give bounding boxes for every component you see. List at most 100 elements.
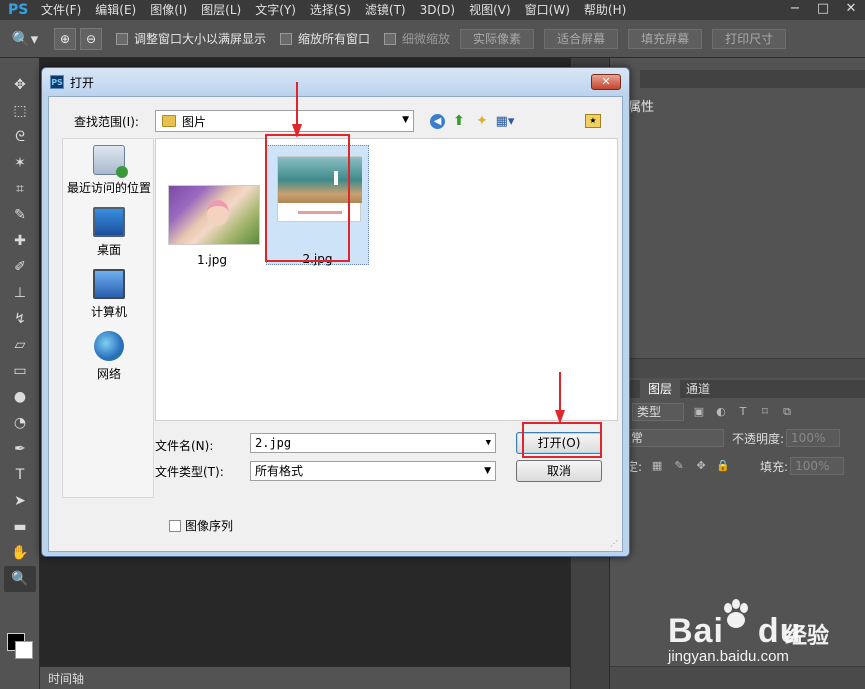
lock-all-icon[interactable]: 🔒 — [716, 459, 730, 473]
smart-filter-icon[interactable]: ⧉ — [780, 405, 794, 419]
cancel-button[interactable]: 取消 — [516, 460, 602, 482]
opacity-input[interactable]: 100% — [786, 429, 841, 447]
favorite-folder-icon[interactable]: ★ — [585, 114, 601, 128]
place-desktop[interactable]: 桌面 — [63, 207, 155, 258]
magic-wand-tool-icon[interactable]: ✶ — [4, 150, 36, 176]
zoom-in-icon[interactable]: ⊕ — [54, 27, 76, 50]
menu-layer[interactable]: 图层(L) — [194, 0, 248, 20]
gradient-tool-icon[interactable]: ▭ — [4, 358, 36, 384]
fit-screen-button[interactable]: 适合屏幕 — [544, 28, 619, 49]
eyedropper-tool-icon[interactable]: ✎ — [4, 202, 36, 228]
path-select-tool-icon[interactable]: ➤ — [4, 488, 36, 514]
type-tool-icon[interactable]: T — [4, 462, 36, 488]
menu-file[interactable]: 文件(F) — [34, 0, 88, 20]
zoom-out-icon[interactable]: ⊖ — [80, 27, 102, 50]
dodge-tool-icon[interactable]: ◔ — [4, 410, 36, 436]
type-filter-icon[interactable]: T — [736, 405, 750, 419]
fill-input[interactable]: 100% — [790, 457, 845, 475]
new-folder-icon[interactable]: ✦ — [473, 112, 491, 130]
checkbox-box[interactable] — [280, 32, 293, 45]
tab-channels[interactable]: 通道 — [678, 380, 718, 398]
menu-type[interactable]: 文字(Y) — [248, 0, 303, 20]
blend-mode-select[interactable]: 常 — [626, 429, 724, 447]
filename-input[interactable]: 2.jpg ▼ — [250, 433, 496, 453]
menu-image[interactable]: 图像(I) — [143, 0, 194, 20]
resize-windows-checkbox[interactable]: 调整窗口大小以满屏显示 — [116, 30, 266, 47]
healing-tool-icon[interactable]: ✚ — [4, 228, 36, 254]
menu-3d[interactable]: 3D(D) — [413, 0, 462, 20]
checkbox-box[interactable] — [384, 32, 397, 45]
lock-transparent-icon[interactable]: ▦ — [650, 459, 664, 473]
dialog-title: 打开 — [70, 76, 95, 90]
chevron-down-icon[interactable]: ▼ — [486, 434, 491, 452]
adjustment-filter-icon[interactable]: ◐ — [714, 405, 728, 419]
up-folder-icon[interactable]: ⬆ — [450, 112, 468, 130]
fill-screen-button[interactable]: 填充屏幕 — [628, 28, 703, 49]
view-menu-icon[interactable]: ▦▾ — [496, 112, 515, 130]
shape-filter-icon[interactable]: ⌑ — [758, 405, 772, 419]
file-item-1[interactable]: 1.jpg — [158, 145, 266, 267]
close-app-button[interactable]: ✕ — [837, 0, 865, 20]
brand-part-1: Bai — [668, 612, 724, 650]
properties-tab-bar: 性 — [610, 70, 865, 88]
image-sequence-checkbox[interactable]: 图像序列 — [169, 517, 233, 534]
dialog-close-button[interactable]: ✕ — [591, 74, 621, 90]
actual-pixels-button[interactable]: 实际像素 — [460, 28, 535, 49]
network-icon — [94, 331, 124, 361]
lasso-tool-icon[interactable]: ᘓ — [4, 124, 36, 150]
place-computer[interactable]: 计算机 — [63, 269, 155, 320]
chevron-down-icon[interactable]: ▼ — [484, 462, 491, 480]
photoshop-icon: PS — [50, 75, 64, 89]
layer-filter-row: 类型 ▣ ◐ T ⌑ ⧉ — [610, 400, 865, 424]
crop-tool-icon[interactable]: ⌗ — [4, 176, 36, 202]
zoom-tool-preset-icon[interactable]: 🔍▾ — [0, 20, 50, 58]
brush-tool-icon[interactable]: ✐ — [4, 254, 36, 280]
minimize-button[interactable]: − — [781, 0, 809, 20]
checkbox-box[interactable] — [169, 519, 181, 532]
background-color-swatch[interactable] — [15, 641, 33, 659]
menu-help[interactable]: 帮助(H) — [577, 0, 633, 20]
opacity-label: 不透明度: — [732, 431, 785, 446]
menu-edit[interactable]: 编辑(E) — [88, 0, 143, 20]
marquee-tool-icon[interactable]: ⬚ — [4, 98, 36, 124]
chevron-down-icon[interactable]: ▼ — [402, 115, 409, 125]
image-sequence-label: 图像序列 — [185, 519, 234, 533]
zoom-all-checkbox[interactable]: 缩放所有窗口 — [280, 30, 370, 47]
zoom-tool-icon[interactable]: 🔍 — [4, 566, 36, 592]
menu-filter[interactable]: 滤镜(T) — [358, 0, 413, 20]
stamp-tool-icon[interactable]: ⊥ — [4, 280, 36, 306]
shape-tool-icon[interactable]: ▬ — [4, 514, 36, 540]
place-desktop-label: 桌面 — [96, 243, 121, 257]
print-size-button[interactable]: 打印尺寸 — [712, 28, 787, 49]
maximize-button[interactable]: □ — [809, 0, 837, 20]
back-icon[interactable]: ◀ — [430, 113, 445, 129]
computer-icon — [93, 269, 125, 299]
look-in-value: 图片 — [182, 114, 207, 129]
tab-layers[interactable]: 图层 — [640, 380, 681, 398]
move-tool-icon[interactable]: ✥ — [4, 72, 36, 98]
scrubby-zoom-checkbox[interactable]: 细微缩放 — [384, 30, 450, 47]
menu-window[interactable]: 窗口(W) — [518, 0, 577, 20]
fill-label: 填充: — [760, 459, 789, 474]
hand-tool-icon[interactable]: ✋ — [4, 540, 36, 566]
lock-pixels-icon[interactable]: ✎ — [672, 459, 686, 473]
layer-kind-select[interactable]: 类型 — [632, 403, 684, 421]
filetype-select[interactable]: 所有格式 ▼ — [250, 461, 496, 481]
resize-grip-icon[interactable]: ⋰ — [610, 539, 620, 549]
file-name-1: 1.jpg — [196, 253, 228, 267]
timeline-panel-tab[interactable]: 时间轴 — [40, 666, 570, 689]
pen-tool-icon[interactable]: ✒ — [4, 436, 36, 462]
blur-tool-icon[interactable]: ● — [4, 384, 36, 410]
history-brush-tool-icon[interactable]: ↯ — [4, 306, 36, 332]
place-recent[interactable]: 最近访问的位置 — [63, 145, 155, 196]
menu-select[interactable]: 选择(S) — [303, 0, 358, 20]
image-filter-icon[interactable]: ▣ — [692, 405, 706, 419]
place-network[interactable]: 网络 — [63, 331, 155, 382]
lock-position-icon[interactable]: ✥ — [694, 459, 708, 473]
menu-view[interactable]: 视图(V) — [462, 0, 518, 20]
layers-tab-bar: 图层 通道 — [610, 380, 865, 398]
checkbox-box[interactable] — [116, 32, 128, 45]
eraser-tool-icon[interactable]: ▱ — [4, 332, 36, 358]
look-in-select[interactable]: 图片 ▼ — [155, 110, 414, 132]
tools-panel: ✥ ⬚ ᘓ ✶ ⌗ ✎ ✚ ✐ ⊥ ↯ ▱ ▭ ● ◔ ✒ T ➤ ▬ ✋ 🔍 — [0, 58, 40, 689]
